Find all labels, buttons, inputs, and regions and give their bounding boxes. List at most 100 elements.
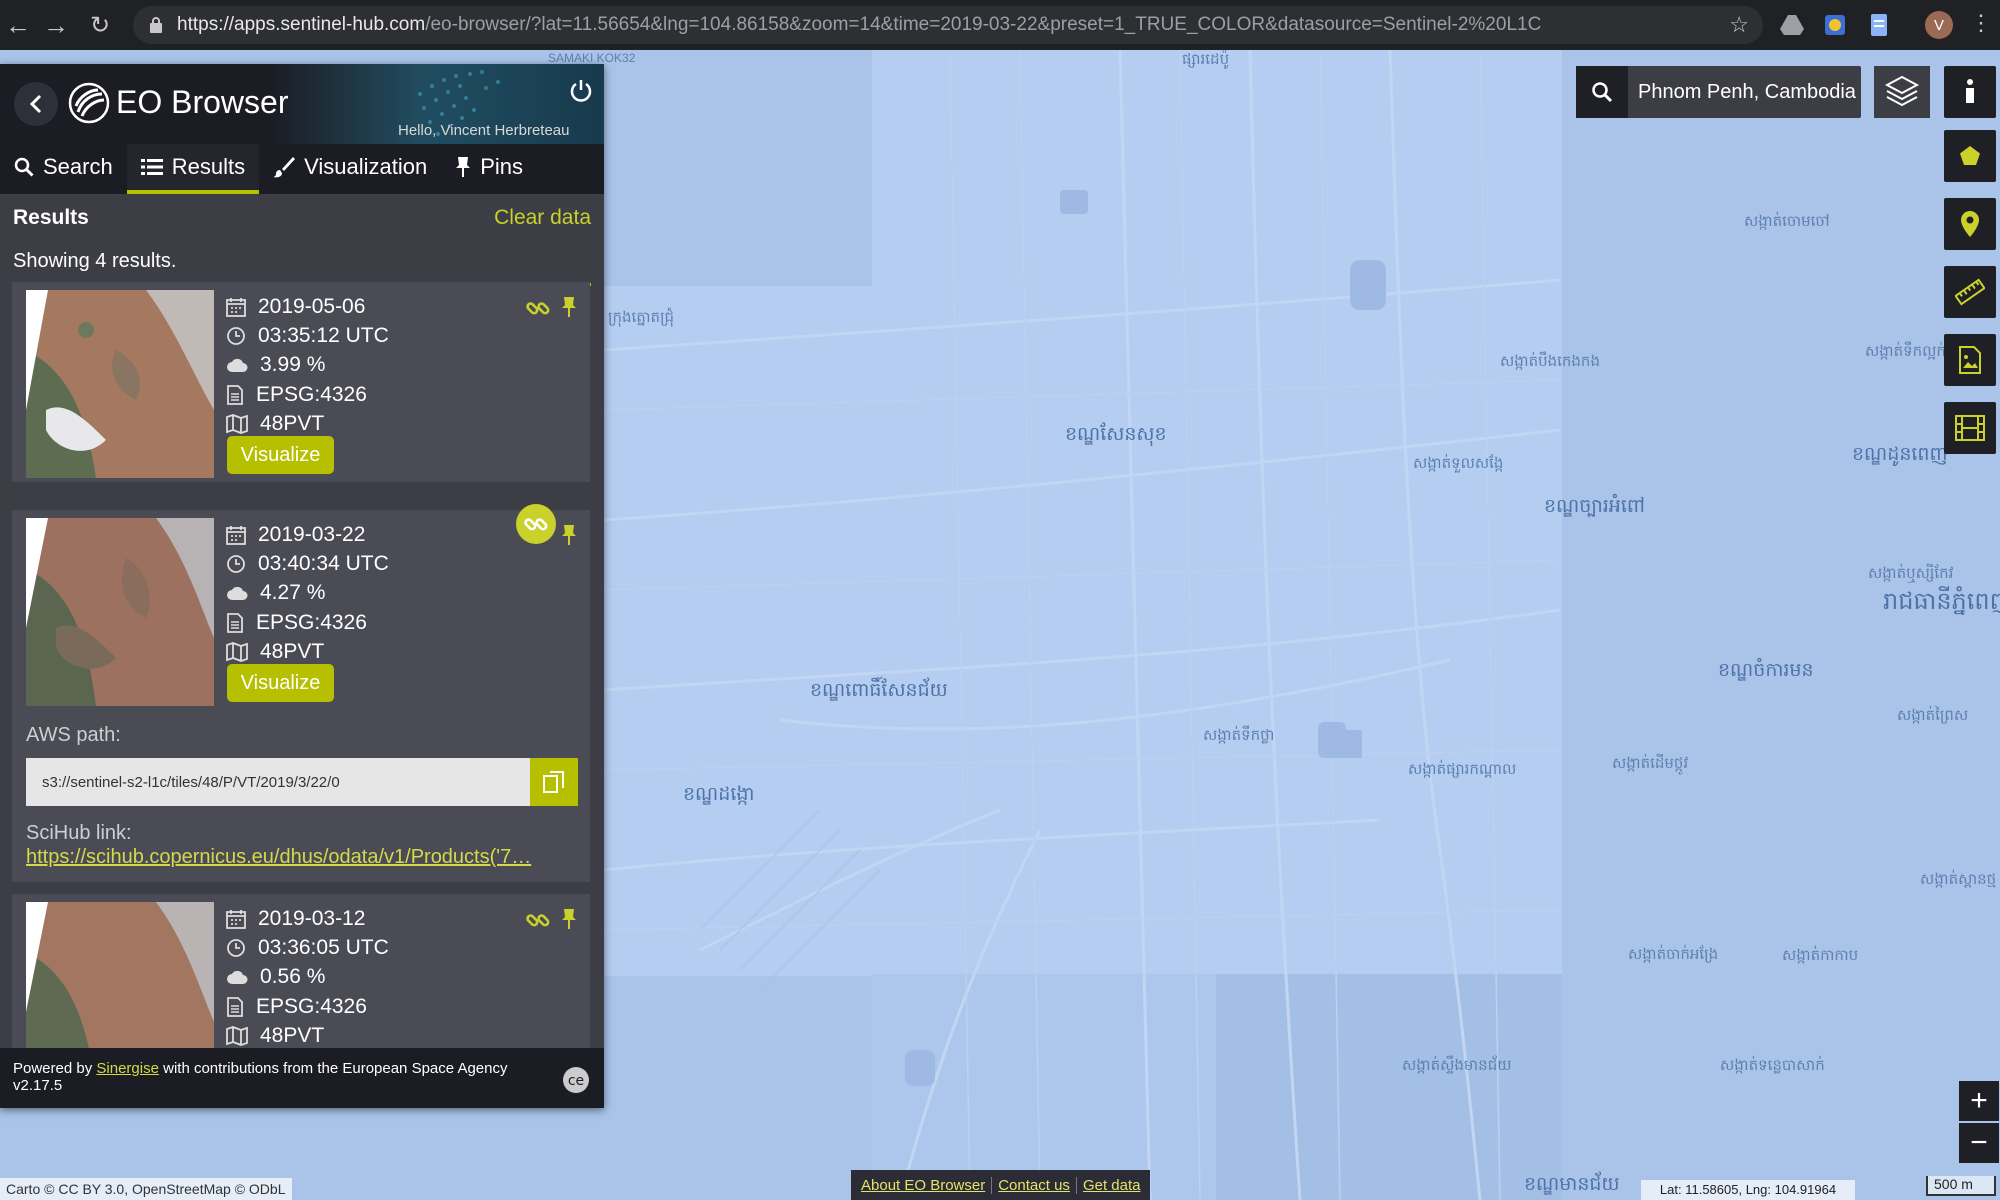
bottom-links: About EO Browser Contact us Get data bbox=[851, 1170, 1151, 1200]
pin-icon bbox=[456, 157, 471, 177]
result-crs: EPSG:4326 bbox=[226, 608, 389, 637]
lock-icon bbox=[150, 17, 162, 33]
map-marker-icon bbox=[1961, 211, 1979, 237]
coordinates-readout: Lat: 11.58605, Lng: 104.91964 bbox=[1641, 1180, 1855, 1200]
map-label: សង្កាត់ស្ពានថ្ម bbox=[1920, 871, 1997, 888]
link-button-active[interactable] bbox=[516, 504, 556, 544]
zoom-in-button[interactable]: + bbox=[1959, 1081, 1999, 1121]
map-label: សង្កាត់ទួលសង្កែ bbox=[1413, 455, 1504, 472]
result-meta: 2019-05-06 03:35:12 UTC 3.99 % EPSG:4326… bbox=[226, 292, 389, 439]
profile-avatar[interactable]: V bbox=[1925, 11, 1953, 39]
film-icon bbox=[1955, 415, 1985, 441]
link-icon bbox=[524, 518, 548, 531]
results-count: Showing 4 results. bbox=[13, 238, 591, 286]
map-icon bbox=[226, 642, 248, 663]
map-attribution: Carto © CC BY 3.0, OpenStreetMap © ODbL bbox=[0, 1178, 292, 1200]
map-search-box[interactable]: Phnom Penh, Cambodia bbox=[1576, 66, 1861, 118]
tab-label: Pins bbox=[480, 154, 523, 179]
timelapse-button[interactable] bbox=[1944, 402, 1996, 454]
menu-kebab-icon[interactable]: ⋮ bbox=[1970, 10, 1992, 36]
panel-tabs: Search Results Visualization Pins bbox=[0, 144, 604, 194]
map-icon bbox=[226, 1026, 248, 1047]
back-arrow-icon[interactable]: ← bbox=[0, 5, 38, 45]
calendar-icon bbox=[226, 909, 246, 929]
reload-icon[interactable]: ↻ bbox=[80, 5, 120, 45]
map-label: សង្កាត់ផ្សារកណ្ដាល bbox=[1408, 761, 1517, 778]
app-title: EO Browser bbox=[116, 84, 289, 120]
result-tile: 48PVT bbox=[226, 410, 389, 439]
tab-visualization[interactable]: Visualization bbox=[259, 144, 441, 194]
results-scroll-clip: 2019-03-12 03:36:05 UTC 0.56 % EPSG:4326… bbox=[0, 894, 604, 1048]
forward-arrow-icon[interactable]: → bbox=[36, 5, 76, 45]
cloud-icon bbox=[227, 971, 248, 985]
result-crs: EPSG:4326 bbox=[226, 992, 389, 1021]
bookmark-star-icon[interactable]: ☆ bbox=[1729, 12, 1749, 38]
map-label: សង្កាត់ស្ទឹងមានជ័យ bbox=[1402, 1057, 1512, 1074]
pin-icon[interactable] bbox=[560, 908, 578, 930]
extension-icon[interactable] bbox=[1822, 12, 1848, 38]
search-icon bbox=[14, 157, 34, 177]
map-label: ខណ្ឌមានជ័យ bbox=[1524, 1174, 1620, 1195]
layers-icon bbox=[1884, 75, 1920, 107]
tab-pins[interactable]: Pins bbox=[441, 144, 537, 194]
back-button[interactable] bbox=[14, 82, 58, 126]
result-card[interactable]: 2019-03-12 03:36:05 UTC 0.56 % EPSG:4326… bbox=[12, 894, 590, 1048]
visualize-button[interactable]: Visualize bbox=[227, 664, 334, 702]
results-header: Results Clear data bbox=[0, 194, 604, 238]
result-card[interactable]: 2019-03-22 03:40:34 UTC 4.27 % EPSG:4326… bbox=[12, 504, 590, 882]
result-card[interactable]: 2019-05-06 03:35:12 UTC 3.99 % EPSG:4326… bbox=[12, 282, 590, 482]
tab-search[interactable]: Search bbox=[0, 144, 127, 194]
aws-path-field[interactable]: s3://sentinel-s2-l1c/tiles/48/P/VT/2019/… bbox=[26, 758, 530, 806]
result-tile: 48PVT bbox=[226, 1022, 389, 1048]
user-greeting: Hello, Vincent Herbreteau bbox=[398, 122, 570, 139]
measure-button[interactable] bbox=[1944, 266, 1996, 318]
contact-link[interactable]: Contact us bbox=[992, 1176, 1077, 1194]
results-title: Results bbox=[13, 206, 89, 229]
about-link[interactable]: About EO Browser bbox=[855, 1176, 993, 1194]
draw-polygon-button[interactable] bbox=[1944, 130, 1996, 182]
search-icon bbox=[1576, 66, 1628, 118]
copy-button[interactable] bbox=[530, 758, 578, 806]
map-label: រាជធានីភ្នំពេញ bbox=[1883, 588, 2000, 615]
pin-icon[interactable] bbox=[560, 524, 578, 546]
place-marker-button[interactable] bbox=[1944, 198, 1996, 250]
document-icon bbox=[227, 612, 243, 633]
map-label: សង្កាត់ឬស្សីកែវ bbox=[1868, 565, 1954, 582]
get-data-link[interactable]: Get data bbox=[1077, 1177, 1147, 1194]
link-icon[interactable] bbox=[526, 908, 550, 932]
map-label: សង្កាត់ចោមចៅ bbox=[1744, 213, 1830, 230]
sidebar-panel: EO Browser Hello, Vincent Herbreteau Sea… bbox=[0, 64, 604, 1108]
map-label: សង្កាត់ទឹកថ្លា bbox=[1203, 727, 1275, 744]
clock-icon bbox=[227, 327, 245, 345]
info-icon bbox=[1966, 79, 1974, 103]
result-meta: 2019-03-12 03:36:05 UTC 0.56 % EPSG:4326… bbox=[226, 904, 389, 1048]
pin-icon[interactable] bbox=[560, 296, 578, 318]
map-label: ខណ្ឌចំការមន bbox=[1718, 660, 1814, 681]
map-search-text: Phnom Penh, Cambodia bbox=[1638, 80, 1856, 103]
map-label: សង្កាត់ទន្លេបាសាក់ bbox=[1720, 1057, 1825, 1074]
link-icon[interactable] bbox=[526, 296, 550, 320]
result-thumbnail bbox=[26, 902, 214, 1048]
drive-extension-icon[interactable] bbox=[1779, 12, 1805, 38]
layers-button[interactable] bbox=[1874, 66, 1930, 118]
zoom-out-button[interactable]: − bbox=[1959, 1123, 1999, 1163]
tab-results[interactable]: Results bbox=[126, 144, 260, 194]
sinergise-link[interactable]: Sinergise bbox=[96, 1060, 159, 1077]
cloud-icon bbox=[227, 359, 248, 373]
visualize-button[interactable]: Visualize bbox=[227, 436, 334, 474]
map-label: ខណ្ឌដង្កោ bbox=[683, 784, 755, 805]
clear-data-button[interactable]: Clear data bbox=[494, 206, 591, 238]
scihub-link[interactable]: https://scihub.copernicus.eu/dhus/odata/… bbox=[26, 846, 582, 869]
info-button[interactable] bbox=[1944, 66, 1996, 118]
address-bar[interactable]: https://apps.sentinel-hub.com/eo-browser… bbox=[133, 6, 1763, 44]
map-label: សង្កាត់ព្រៃស bbox=[1897, 707, 1969, 724]
document-icon bbox=[227, 996, 243, 1017]
image-download-button[interactable] bbox=[1944, 334, 1996, 386]
svg-text:ce: ce bbox=[568, 1073, 584, 1089]
paintbrush-icon bbox=[273, 157, 296, 178]
result-date: 2019-05-06 bbox=[226, 292, 389, 321]
docs-extension-icon[interactable] bbox=[1866, 12, 1892, 38]
map-icon bbox=[226, 414, 248, 435]
result-cloud: 4.27 % bbox=[226, 579, 389, 608]
power-icon[interactable] bbox=[568, 78, 594, 104]
